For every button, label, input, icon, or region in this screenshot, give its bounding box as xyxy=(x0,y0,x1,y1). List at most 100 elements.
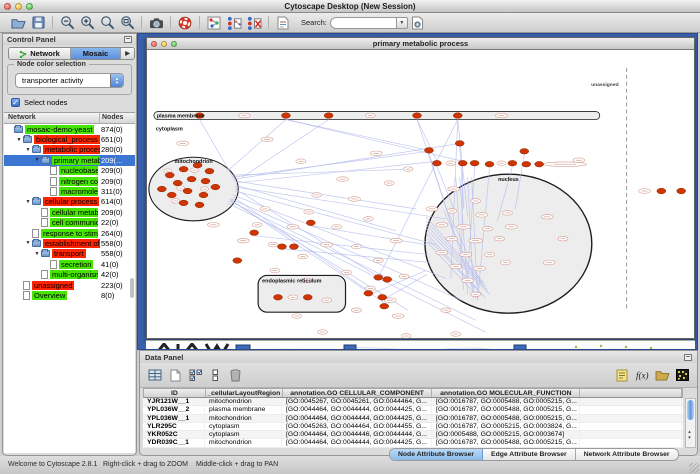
network-node[interactable] xyxy=(455,141,464,147)
scrollbar-thumb[interactable] xyxy=(687,400,694,420)
tree-row[interactable]: unassigned223(0) xyxy=(4,280,135,290)
destroy-view-button[interactable] xyxy=(244,14,264,31)
resize-grip[interactable] xyxy=(689,463,699,473)
open-session-button[interactable] xyxy=(8,14,28,31)
tree-row[interactable]: multi-organism pro42(0) xyxy=(4,269,135,279)
network-node[interactable] xyxy=(281,113,290,119)
network-node[interactable] xyxy=(424,148,433,154)
network-node[interactable] xyxy=(157,186,166,192)
tree-row[interactable]: response to stimul264(0) xyxy=(4,228,135,238)
zoom-selected-button[interactable] xyxy=(97,14,117,31)
tree-row[interactable]: cell communicat22(0) xyxy=(4,218,135,228)
network-view-titlebar[interactable]: primary metabolic process xyxy=(147,38,694,50)
network-node[interactable] xyxy=(508,160,517,166)
scrollbar-arrows[interactable]: ▲▼ xyxy=(685,429,694,455)
select-attributes-button[interactable] xyxy=(185,365,205,385)
network-node[interactable] xyxy=(205,168,214,174)
tree-expander-icon[interactable]: ▼ xyxy=(33,251,41,257)
network-node[interactable] xyxy=(277,244,286,250)
tree-expander-icon[interactable]: ▼ xyxy=(24,147,32,153)
network-node[interactable] xyxy=(179,166,188,172)
tree-row[interactable]: nitrogen compo209(0) xyxy=(4,176,135,186)
create-view-button[interactable] xyxy=(224,14,244,31)
column-header[interactable]: ID xyxy=(144,389,206,397)
tree-row[interactable]: ▼cellular process614(0) xyxy=(4,197,135,207)
formula-builder-button[interactable]: f(x) xyxy=(632,365,652,385)
network-node[interactable] xyxy=(211,184,220,190)
vizmapper-button[interactable] xyxy=(273,14,293,31)
network-node[interactable] xyxy=(522,161,531,167)
network-node[interactable] xyxy=(274,295,283,301)
table-row[interactable]: YPL036W__2plasma membrane[GO:0044464, GO… xyxy=(143,406,683,414)
data-panel-float-icon[interactable] xyxy=(684,354,692,361)
help-button[interactable] xyxy=(175,14,195,31)
network-node[interactable] xyxy=(383,277,392,283)
attribute-table-button[interactable] xyxy=(145,365,165,385)
network-node[interactable] xyxy=(179,200,188,206)
node-color-attribute-select[interactable]: transporter activity ▲▼ xyxy=(15,73,124,88)
search-options-button[interactable] xyxy=(408,14,428,31)
table-row[interactable]: YLR295Ccytoplasm[GO:0045263, GO:0044464,… xyxy=(143,423,683,431)
network-overview-button[interactable] xyxy=(204,14,224,31)
tab-network[interactable]: Network xyxy=(9,48,71,59)
network-node[interactable] xyxy=(413,113,422,119)
network-node[interactable] xyxy=(364,291,373,297)
save-session-button[interactable] xyxy=(28,14,48,31)
network-node[interactable] xyxy=(374,275,383,281)
network-node[interactable] xyxy=(289,244,298,250)
unselect-attributes-button[interactable] xyxy=(205,365,225,385)
matrix-button[interactable] xyxy=(672,365,692,385)
column-header[interactable]: _cellularLayoutRegion xyxy=(206,389,283,397)
network-node[interactable] xyxy=(520,149,529,155)
tree-row[interactable]: cellular metabol209(0) xyxy=(4,207,135,217)
tab-overflow-arrow[interactable]: ▶ xyxy=(121,48,134,59)
network-node[interactable] xyxy=(183,188,192,194)
network-node[interactable] xyxy=(199,192,208,198)
table-row[interactable]: YPL036W__1mitochondrion[GO:0044464, GO:0… xyxy=(143,415,683,423)
search-dropdown-arrow[interactable]: ▼ xyxy=(396,17,408,29)
network-node[interactable] xyxy=(195,202,204,208)
network-node[interactable] xyxy=(535,161,544,167)
network-node[interactable] xyxy=(165,172,174,178)
select-nodes-checkbox[interactable]: ✓ xyxy=(11,98,20,107)
tree-expander-icon[interactable]: ▼ xyxy=(24,240,32,246)
create-attribute-button[interactable] xyxy=(165,365,185,385)
network-node[interactable] xyxy=(187,176,196,182)
network-node[interactable] xyxy=(303,295,312,301)
float-panel-icon[interactable] xyxy=(124,36,132,43)
network-node[interactable] xyxy=(485,161,494,167)
zoom-out-button[interactable] xyxy=(57,14,77,31)
search-input[interactable] xyxy=(330,17,396,29)
network-node[interactable] xyxy=(167,192,176,198)
network-node[interactable] xyxy=(378,295,387,301)
tree-row[interactable]: ▼metabolic process280(0) xyxy=(4,145,135,155)
tree-column-nodes[interactable]: Nodes xyxy=(102,114,123,121)
tree-expander-icon[interactable]: ▼ xyxy=(15,137,23,143)
network-node[interactable] xyxy=(453,113,462,119)
tree-row[interactable]: ▼biological_process651(0) xyxy=(4,134,135,144)
network-node[interactable] xyxy=(470,160,479,166)
zoom-in-button[interactable] xyxy=(77,14,97,31)
tree-row[interactable]: secretion41(0) xyxy=(4,259,135,269)
delete-attribute-button[interactable] xyxy=(225,365,245,385)
tree-column-network[interactable]: Network xyxy=(8,114,36,121)
annotation-button[interactable] xyxy=(612,365,632,385)
column-header[interactable] xyxy=(580,389,682,397)
tree-row[interactable]: Overview8(0) xyxy=(4,290,135,300)
zoom-fit-button[interactable] xyxy=(117,14,137,31)
table-row[interactable]: YJR121W__1mitochondrion[GO:0045267, GO:0… xyxy=(143,398,683,406)
tree-row[interactable]: nucleobase-209(0) xyxy=(4,166,135,176)
tree-expander-icon[interactable]: ▼ xyxy=(24,199,32,205)
column-header[interactable]: annotation.GO MOLECULAR_FUNCTION xyxy=(432,389,580,397)
network-node[interactable] xyxy=(380,303,389,309)
tree-row[interactable]: macromolecule311(0) xyxy=(4,186,135,196)
network-node[interactable] xyxy=(657,188,666,194)
tab-node-attribute-browser[interactable]: Node Attribute Browser xyxy=(390,449,483,460)
tab-network-attribute-browser[interactable]: Network Attribute Browser xyxy=(576,449,678,460)
network-node[interactable] xyxy=(677,188,686,194)
network-node[interactable] xyxy=(201,178,210,184)
tree-expander-icon[interactable]: ▼ xyxy=(33,157,41,163)
network-node[interactable] xyxy=(233,258,242,264)
import-attributes-button[interactable] xyxy=(652,365,672,385)
network-canvas[interactable]: plasma membranecytoplasmmitochondrionnuc… xyxy=(147,50,694,338)
